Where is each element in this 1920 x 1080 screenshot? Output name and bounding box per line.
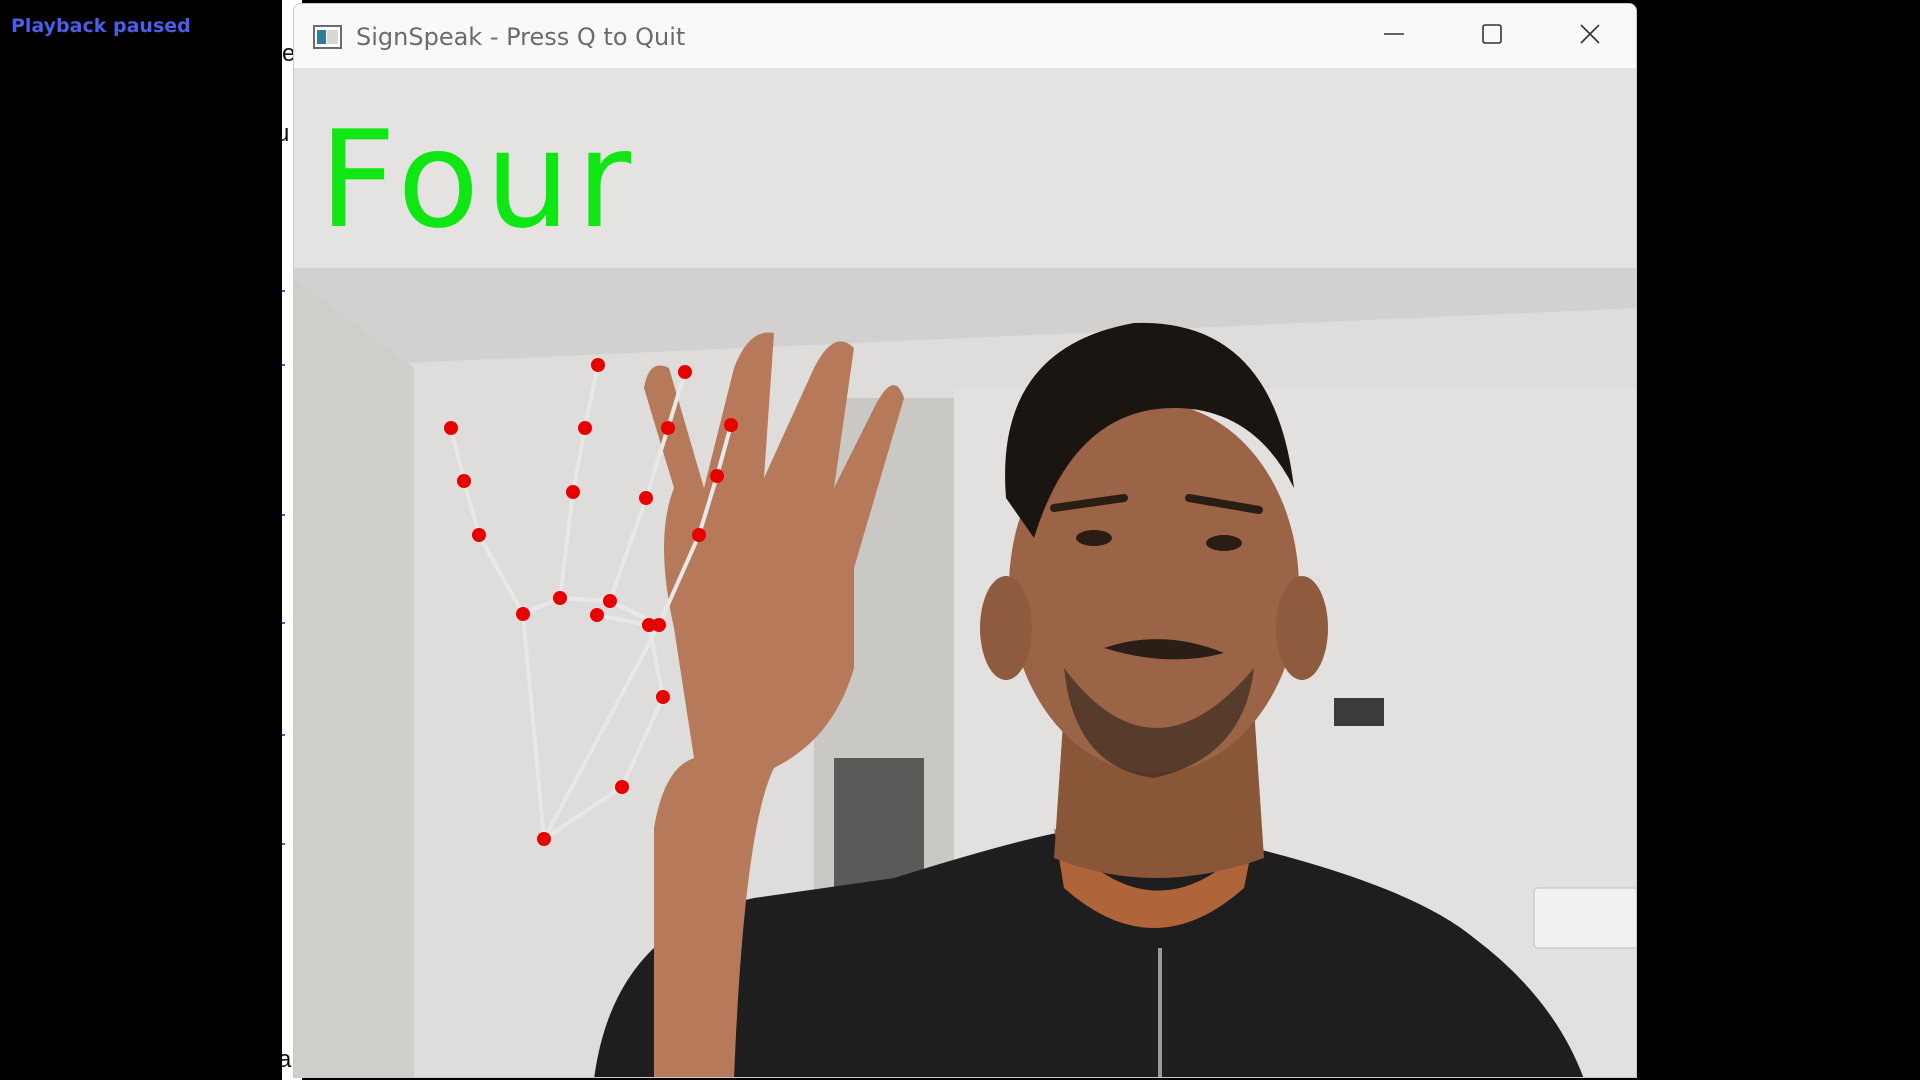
signspeak-window[interactable]: SignSpeak - Press Q to Quit Four <box>293 3 1637 1078</box>
hand-landmark <box>724 418 738 432</box>
background-marker <box>282 622 285 624</box>
hand-landmark <box>656 690 670 704</box>
background-marker <box>282 290 285 292</box>
hand-bone <box>559 596 611 603</box>
background-marker <box>282 734 285 736</box>
camera-feed: Four <box>294 68 1636 1077</box>
hand-bone <box>449 427 466 482</box>
hand-bone <box>620 696 665 788</box>
hand-bone <box>462 480 481 536</box>
hand-landmark <box>603 594 617 608</box>
hand-landmark <box>444 421 458 435</box>
playback-status: Playback paused <box>11 15 191 37</box>
hand-landmark <box>566 485 580 499</box>
hand-landmark <box>590 608 604 622</box>
hand-bone <box>697 475 719 536</box>
background-text-fragment: u <box>282 120 290 147</box>
hand-bone <box>558 491 575 599</box>
hand-landmark <box>516 607 530 621</box>
hand-landmark <box>537 832 551 846</box>
hand-bone <box>521 613 546 840</box>
background-marker <box>282 843 285 845</box>
close-icon <box>1579 23 1601 50</box>
hand-bone <box>542 624 661 840</box>
gesture-label: Four <box>319 102 638 258</box>
hand-bone <box>608 497 648 602</box>
hand-landmark <box>661 421 675 435</box>
app-window-icon <box>313 25 342 49</box>
maximize-icon <box>1481 23 1503 50</box>
hand-landmark <box>652 618 666 632</box>
background-text-fragment: a <box>282 1046 292 1073</box>
hand-landmark <box>457 474 471 488</box>
hand-landmark <box>591 358 605 372</box>
hand-bone <box>715 424 733 477</box>
hand-bone <box>644 427 670 499</box>
hand-bone <box>542 785 624 841</box>
title-bar[interactable]: SignSpeak - Press Q to Quit <box>294 4 1636 68</box>
close-button[interactable] <box>1560 14 1620 58</box>
hand-bone <box>657 534 701 626</box>
hand-landmark <box>472 528 486 542</box>
minimize-button[interactable] <box>1364 14 1424 58</box>
hand-landmark <box>615 780 629 794</box>
hand-bone <box>477 534 525 615</box>
hand-landmark <box>553 591 567 605</box>
hand-bone <box>583 364 600 429</box>
hand-landmark <box>578 421 592 435</box>
hand-bone <box>666 371 687 429</box>
background-marker <box>282 364 285 366</box>
hand-landmark <box>692 528 706 542</box>
maximize-button[interactable] <box>1462 14 1522 58</box>
hand-landmark <box>639 491 653 505</box>
window-title: SignSpeak - Press Q to Quit <box>356 23 686 51</box>
minimize-icon <box>1383 23 1405 50</box>
hand-landmark <box>710 469 724 483</box>
hand-bone <box>571 427 587 493</box>
hand-landmark <box>678 365 692 379</box>
background-marker <box>282 514 285 516</box>
